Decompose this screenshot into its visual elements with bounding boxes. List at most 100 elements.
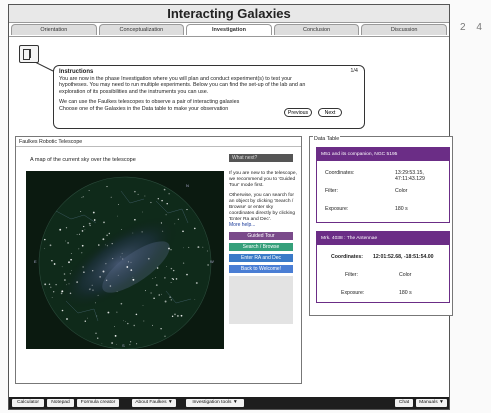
star: [127, 261, 129, 263]
guided-tour-button[interactable]: Guided Tour: [229, 232, 293, 240]
star: [170, 267, 173, 270]
coordinates-value: 13:29:53.15, 47:11:43.129: [395, 170, 425, 182]
galaxy-card-heading: Mrk. 4038 : The Antennae: [317, 232, 449, 245]
galaxy-card-m51[interactable]: M51 and its companion, NGC 5195 Coordina…: [316, 147, 450, 223]
star: [170, 249, 172, 251]
star: [137, 193, 139, 195]
star: [49, 244, 52, 247]
star: [186, 273, 188, 276]
galaxy-card-heading: M51 and its companion, NGC 5195: [317, 148, 449, 161]
star: [161, 293, 162, 295]
calculator-button[interactable]: Calculator: [12, 399, 44, 407]
instructions-text-2: hypotheses. You may need to run multiple…: [59, 82, 306, 89]
star: [107, 311, 110, 314]
star: [145, 290, 146, 292]
star: [156, 267, 159, 269]
star: [193, 227, 196, 230]
star: [136, 343, 138, 345]
star: [44, 283, 47, 286]
sky-map[interactable]: N E W S: [26, 171, 224, 349]
star: [122, 258, 124, 260]
exposure-value: 180 s: [399, 290, 412, 296]
back-to-welcome-button[interactable]: Back to Welcome!: [229, 265, 293, 273]
svg-text:E: E: [34, 259, 37, 264]
exposure-label: Exposure:: [341, 290, 365, 296]
star: [44, 248, 46, 250]
star: [153, 297, 155, 300]
star: [63, 279, 66, 281]
investigation-tools-menu[interactable]: Investigation tools ▼: [186, 399, 244, 407]
enter-ra-dec-button[interactable]: Enter RA and Dec: [229, 254, 293, 262]
star: [123, 320, 125, 322]
star: [163, 188, 166, 191]
previous-button[interactable]: Previous: [284, 108, 312, 117]
galaxy-card-antennae[interactable]: Mrk. 4038 : The Antennae Coordinates: 12…: [316, 231, 450, 303]
star: [182, 247, 184, 249]
search-browse-button[interactable]: Search / Browse: [229, 243, 293, 251]
star: [81, 230, 84, 232]
star: [164, 277, 166, 279]
star: [89, 225, 91, 227]
star: [105, 263, 107, 265]
star: [164, 300, 167, 303]
about-faulkes-menu[interactable]: About Faulkes ▼: [132, 399, 176, 407]
star: [130, 269, 133, 271]
star: [102, 238, 105, 241]
star: [207, 264, 209, 266]
star: [175, 278, 178, 280]
star: [92, 211, 95, 214]
more-help-link[interactable]: More help...: [229, 222, 255, 228]
instructions-box: 1/4 Instructions You are now in the phas…: [53, 65, 365, 129]
data-table-title: Data Table: [313, 136, 341, 142]
star: [51, 297, 53, 298]
tab-investigation[interactable]: Investigation: [186, 24, 272, 35]
exposure-value: 180 s: [395, 206, 408, 212]
star: [70, 258, 72, 261]
star: [171, 278, 173, 280]
tab-orientation[interactable]: Orientation: [11, 24, 97, 35]
tab-conceptualization[interactable]: Conceptualization: [98, 24, 185, 35]
star: [171, 315, 174, 318]
star: [76, 281, 78, 283]
star: [121, 252, 123, 254]
star: [92, 289, 94, 291]
star: [152, 324, 153, 326]
tab-discussion[interactable]: Discussion: [361, 24, 447, 35]
star: [102, 270, 105, 273]
star: [158, 294, 160, 296]
star: [95, 332, 97, 334]
chat-button[interactable]: Chat: [395, 399, 413, 407]
star: [105, 279, 108, 281]
book-icon[interactable]: [19, 45, 39, 63]
instructions-text-3: exploration of its possibilities and the…: [59, 88, 209, 95]
svg-text:S: S: [122, 343, 125, 348]
star: [141, 231, 143, 233]
coordinates-label: Coordinates:: [325, 170, 355, 176]
formula-creator-button[interactable]: Formula creator: [77, 399, 119, 407]
star: [78, 233, 80, 235]
star: [111, 342, 113, 344]
star: [50, 286, 52, 288]
tab-conclusion[interactable]: Conclusion: [273, 24, 360, 35]
coordinates-label: Coordinates:: [331, 254, 363, 260]
star: [101, 343, 103, 345]
star: [164, 335, 166, 337]
notepad-button[interactable]: Notepad: [47, 399, 74, 407]
star: [84, 320, 86, 322]
page-number: 2 4: [460, 22, 486, 33]
star: [188, 246, 190, 248]
star: [152, 278, 154, 279]
map-caption: A map of the current sky over the telesc…: [30, 157, 136, 163]
star: [129, 344, 131, 346]
manuals-menu[interactable]: Manuals ▼: [416, 399, 447, 407]
star: [66, 318, 68, 320]
star: [61, 309, 64, 312]
star: [81, 196, 83, 198]
star: [114, 335, 117, 337]
star: [176, 314, 179, 317]
filter-value: Color: [399, 272, 412, 278]
app-title: Interacting Galaxies: [9, 5, 449, 23]
star: [118, 203, 119, 205]
star: [61, 290, 64, 293]
next-button[interactable]: Next: [318, 108, 342, 117]
